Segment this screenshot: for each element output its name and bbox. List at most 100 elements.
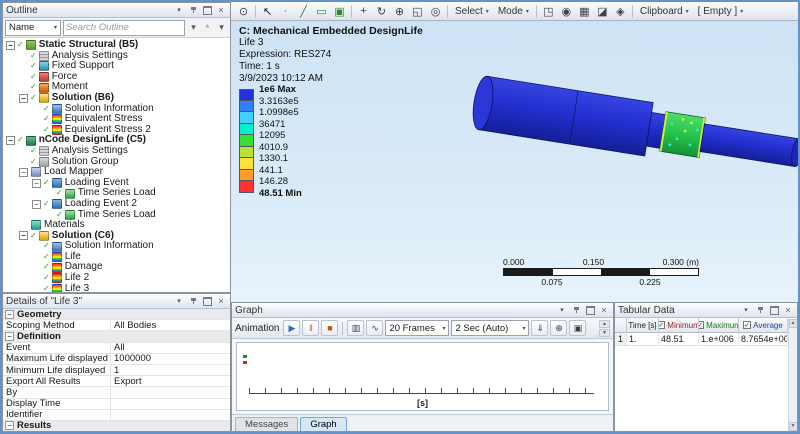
collapse-icon[interactable]: −: [5, 309, 14, 319]
scroll-down-icon[interactable]: ▼: [788, 422, 797, 431]
collapse-icon[interactable]: −: [6, 136, 15, 146]
tree-item-materials[interactable]: Materials: [3, 219, 230, 231]
pin-icon[interactable]: [187, 296, 199, 307]
time-column-header[interactable]: Time [s]: [627, 318, 659, 332]
graph-chart[interactable]: [s]: [236, 342, 609, 411]
empty-dropdown[interactable]: [ Empty ] ▾: [694, 3, 747, 19]
tree-item-life-3[interactable]: ✓ Life 3: [3, 283, 230, 292]
float-icon[interactable]: [201, 5, 213, 16]
tree-item-solution-group[interactable]: ✓ Solution Group: [3, 156, 230, 168]
collapse-icon[interactable]: −: [19, 167, 28, 177]
close-icon[interactable]: [215, 296, 227, 307]
tree-item-life[interactable]: ✓ Life: [3, 251, 230, 263]
body-select-icon[interactable]: ▣: [331, 3, 348, 19]
tree-item-life-2[interactable]: ✓ Life 2: [3, 272, 230, 284]
float-icon[interactable]: [201, 296, 213, 307]
details-value[interactable]: [111, 387, 230, 397]
menu-icon[interactable]: [556, 305, 568, 316]
tabular-row[interactable]: 11.48.511.e+0068.7654e+005: [615, 333, 788, 346]
face-select-icon[interactable]: ▭: [313, 3, 330, 19]
viewport-3d[interactable]: C: Mechanical Embedded DesignLife Life 3E…: [231, 21, 798, 302]
collapse-icon[interactable]: −: [6, 40, 15, 50]
float-icon[interactable]: [584, 305, 596, 316]
tree-item-force[interactable]: ✓ Force: [3, 71, 230, 83]
look-at-icon[interactable]: ◉: [558, 3, 575, 19]
collapse-icon[interactable]: −: [19, 231, 28, 241]
snapshot-icon[interactable]: ▣: [569, 320, 587, 336]
details-value[interactable]: [111, 399, 230, 409]
cursor-select-icon[interactable]: ↖: [259, 3, 276, 19]
float-icon[interactable]: [768, 305, 780, 316]
value-cell[interactable]: 48.51: [659, 333, 699, 345]
collapse-icon[interactable]: −: [5, 331, 14, 341]
wireframe-icon[interactable]: ▦: [576, 3, 593, 19]
collapse-icon[interactable]: −: [5, 421, 14, 431]
tree-item-loading-event-2[interactable]: − ✓ Loading Event 2: [3, 198, 230, 210]
export-video-icon[interactable]: ⇓: [531, 320, 549, 336]
close-icon[interactable]: [215, 5, 227, 16]
pause-icon[interactable]: ‖: [302, 320, 320, 336]
close-icon[interactable]: [598, 305, 610, 316]
fit-view-icon[interactable]: ◎: [427, 3, 444, 19]
column-header-average[interactable]: ✓ Average: [739, 318, 788, 332]
menu-icon[interactable]: [173, 296, 185, 307]
tree-item-solution-b6[interactable]: − ✓ Solution (B6): [3, 92, 230, 104]
zoom-in-icon[interactable]: ⊕: [391, 3, 408, 19]
tree-item-time-series-load[interactable]: ✓ Time Series Load: [3, 209, 230, 221]
stop-icon[interactable]: ■: [321, 320, 339, 336]
tree-item-damage[interactable]: ✓ Damage: [3, 262, 230, 273]
outline-search-input[interactable]: [66, 22, 182, 33]
checkbox-maximum[interactable]: ✓: [699, 321, 705, 329]
pin-icon[interactable]: [754, 305, 766, 316]
details-value[interactable]: All Bodies: [111, 320, 230, 330]
details-value[interactable]: 1000000: [111, 354, 230, 364]
tree-item-analysis-settings[interactable]: ✓ Analysis Settings: [3, 50, 230, 62]
scroll-up-icon[interactable]: ▲: [788, 319, 797, 328]
close-icon[interactable]: [782, 305, 794, 316]
tree-item-moment[interactable]: ✓ Moment: [3, 82, 230, 93]
select-dropdown[interactable]: Select ▾: [451, 3, 493, 19]
tabular-scrollbar[interactable]: ▲ ▼: [788, 319, 797, 431]
scroll-up-icon[interactable]: ▲: [599, 319, 610, 328]
column-header-maximum[interactable]: ✓Maximum: [699, 318, 739, 332]
update-contours-icon[interactable]: ▥: [347, 320, 365, 336]
collapse-icon[interactable]: −: [19, 93, 28, 103]
details-value[interactable]: All: [111, 343, 230, 353]
checkbox-average[interactable]: ✓: [743, 321, 752, 329]
edge-select-icon[interactable]: ╱: [295, 3, 312, 19]
zoom-graph-icon[interactable]: ⊕: [550, 320, 568, 336]
value-cell[interactable]: 8.7654e+005: [739, 333, 788, 345]
details-section-geometry[interactable]: − Geometry: [3, 309, 230, 321]
coordinate-system-icon[interactable]: ◈: [612, 3, 629, 19]
tree-item-fixed-support[interactable]: ✓ Fixed Support: [3, 61, 230, 72]
probe-zoom-icon[interactable]: ⊙: [235, 3, 252, 19]
tree-item-static-structural-b5[interactable]: − ✓ Static Structural (B5): [3, 39, 230, 51]
name-filter-select[interactable]: Name ▾: [5, 19, 61, 36]
tree-item-analysis-settings[interactable]: ✓ Analysis Settings: [3, 145, 230, 157]
vertex-select-icon[interactable]: ∙: [277, 3, 294, 19]
time-cell[interactable]: 1.: [627, 333, 659, 345]
details-section-results[interactable]: − Results: [3, 420, 230, 431]
menu-icon[interactable]: [173, 5, 185, 16]
filter-flower-icon[interactable]: *: [201, 20, 214, 36]
search-options-icon[interactable]: ▾: [187, 20, 200, 36]
menu-icon[interactable]: [740, 305, 752, 316]
pin-icon[interactable]: [187, 5, 199, 16]
tree-item-solution-information[interactable]: ✓ Solution Information: [3, 241, 230, 252]
zoom-box-icon[interactable]: ◱: [409, 3, 426, 19]
details-section-definition[interactable]: − Definition: [3, 331, 230, 343]
duration-select[interactable]: 2 Sec (Auto) ▾: [451, 320, 530, 336]
pan-icon[interactable]: +: [355, 3, 372, 19]
details-value[interactable]: [111, 410, 230, 420]
clipboard-dropdown[interactable]: Clipboard ▾: [636, 3, 693, 19]
filter-options-icon[interactable]: ▾: [215, 20, 228, 36]
value-cell[interactable]: 1.e+006: [699, 333, 739, 345]
collapse-icon[interactable]: −: [32, 178, 41, 188]
column-header-minimum[interactable]: ✓Minimum: [659, 318, 699, 332]
play-icon[interactable]: ▶: [283, 320, 301, 336]
section-plane-icon[interactable]: ◪: [594, 3, 611, 19]
pin-icon[interactable]: [570, 305, 582, 316]
tab-graph[interactable]: Graph: [300, 417, 347, 431]
tab-messages[interactable]: Messages: [235, 417, 299, 431]
frames-select[interactable]: 20 Frames ▾: [385, 320, 450, 336]
